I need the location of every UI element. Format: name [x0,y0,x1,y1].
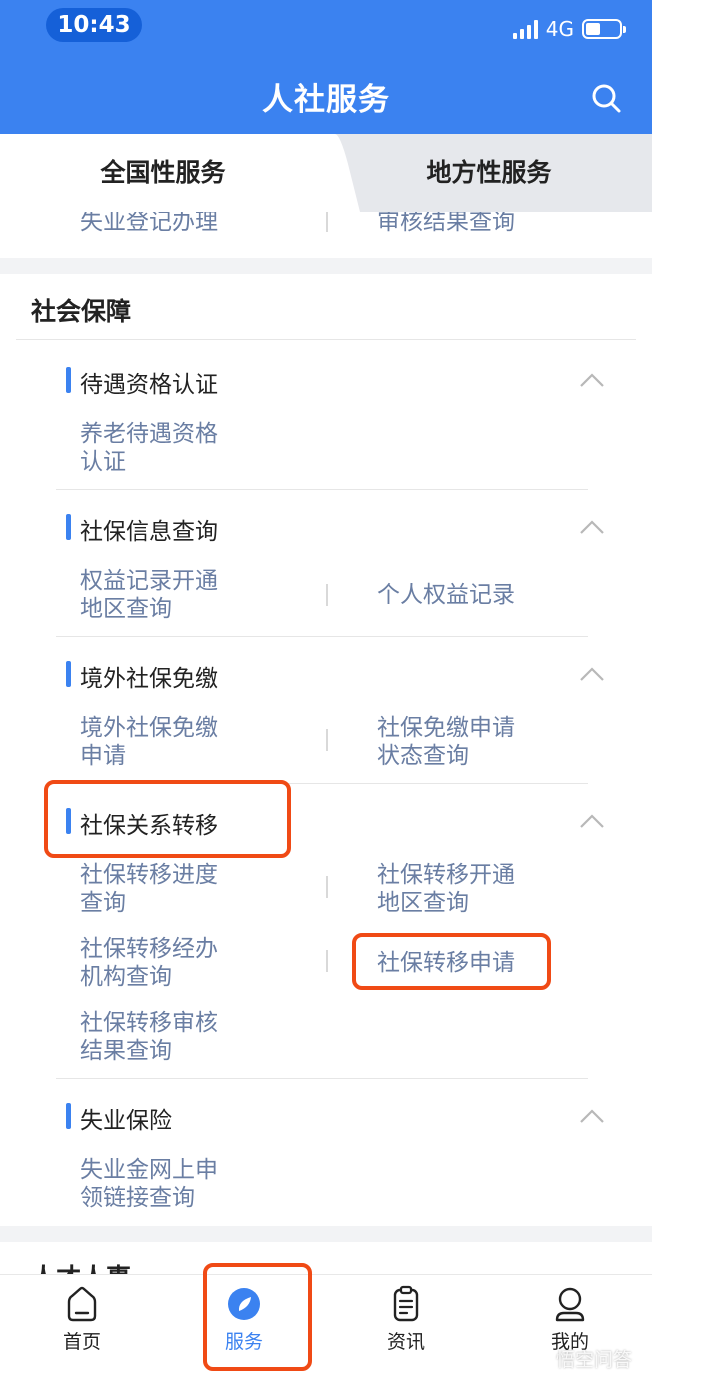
section-title: 社会保障 [31,297,132,326]
app-screen: 10:43 4G 人社服务 全国性服务 地方性服务 失业登记办理 审核结果查询 … [0,0,652,1382]
nav-news[interactable]: 资讯 [346,1275,466,1382]
group-marker [66,661,71,687]
home-icon [67,1286,97,1322]
chevron-up-icon[interactable] [579,372,605,388]
bottom-tab-bar: 首页 服务 资讯 我的 [0,1274,652,1382]
service-link[interactable]: 社保免缴申请 状态查询 [377,714,515,770]
chevron-up-icon[interactable] [579,813,605,829]
group-marker [66,367,71,393]
clipboard-icon [393,1285,419,1322]
item-separator [326,212,328,232]
divider [16,339,636,340]
previous-section-card: 失业登记办理 审核结果查询 [0,212,652,258]
tab-national-services[interactable]: 全国性服务 [0,134,326,212]
status-time: 10:43 [46,8,142,42]
battery-icon [582,19,626,39]
highlight-transfer-group [44,780,291,858]
chevron-up-icon[interactable] [579,1108,605,1124]
group-title: 社保信息查询 [80,519,218,545]
service-link[interactable]: 审核结果查询 [377,212,515,236]
chevron-up-icon[interactable] [579,519,605,535]
nav-label: 首页 [62,1331,101,1353]
divider [56,1078,588,1079]
service-link[interactable]: 权益记录开通 地区查询 [80,567,218,623]
background-strip [652,0,702,1382]
watermark: 悟空问答 [556,1349,633,1371]
group-title: 境外社保免缴 [80,666,218,692]
service-link[interactable]: 社保转移审核 结果查询 [80,1009,218,1065]
service-tabs: 全国性服务 地方性服务 [0,134,652,212]
highlight-services-tab [203,1263,312,1371]
status-indicators: 4G [512,14,626,44]
service-link[interactable]: 失业登记办理 [80,212,218,236]
highlight-transfer-apply [352,933,551,990]
item-separator [326,584,328,606]
header-bar: 10:43 4G 人社服务 [0,0,652,134]
item-separator [326,729,328,751]
page-title: 人社服务 [262,82,390,118]
chevron-up-icon[interactable] [579,666,605,682]
service-link[interactable]: 养老待遇资格 认证 [80,420,218,476]
divider [56,489,588,490]
item-separator [326,950,328,972]
divider [56,636,588,637]
service-link[interactable]: 社保转移进度 查询 [80,861,218,917]
service-link[interactable]: 失业金网上申 领链接查询 [80,1156,218,1212]
service-link[interactable]: 社保转移开通 地区查询 [377,861,515,917]
network-type: 4G [545,17,574,41]
service-link[interactable]: 个人权益记录 [377,581,515,609]
signal-icon [512,19,538,39]
search-icon[interactable] [590,82,622,114]
group-marker [66,514,71,540]
item-separator [326,876,328,898]
tab-local-services[interactable]: 地方性服务 [326,134,652,212]
service-link[interactable]: 社保转移经办 机构查询 [80,935,218,991]
service-link[interactable]: 境外社保免缴 申请 [80,714,218,770]
user-icon [555,1287,585,1322]
group-marker [66,1103,71,1129]
group-title: 失业保险 [80,1108,172,1134]
social-security-card: 社会保障 待遇资格认证 养老待遇资格 认证 社保信息查询 权益记录开通 地区查询… [0,274,652,1226]
nav-home[interactable]: 首页 [22,1275,142,1382]
nav-label: 资讯 [386,1331,425,1353]
group-title: 待遇资格认证 [80,372,218,398]
